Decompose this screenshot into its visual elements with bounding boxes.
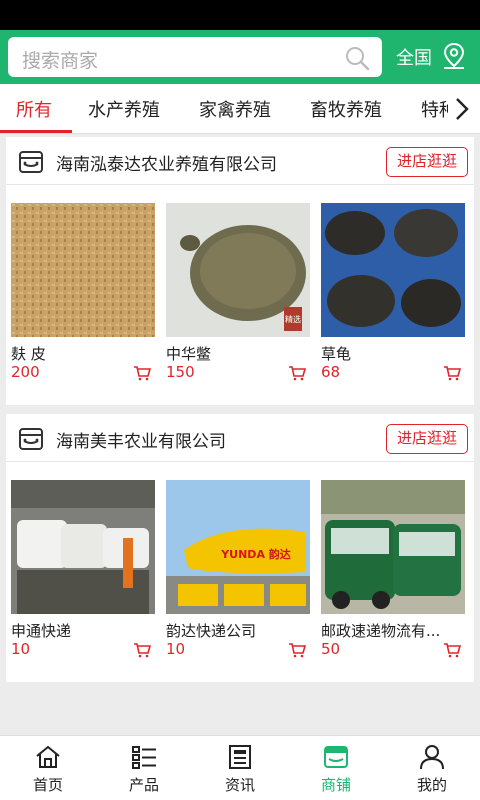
product-image-sto-express[interactable] [11,480,155,614]
chevron-right-icon [456,98,469,120]
nav-shops[interactable]: 商铺 [288,736,384,800]
product-price: 10 [11,640,31,658]
shop-name: 海南美丰农业有限公司 [56,432,226,452]
product-image-ems-postal[interactable] [321,480,465,614]
add-to-cart-icon[interactable] [133,642,151,658]
status-bar [0,0,480,30]
product-name: 中华鳖 [166,345,212,363]
search-bar: 搜索商家 全国 [0,30,480,84]
product-name: 韵达快递公司 [166,622,257,640]
product-name: 草龟 [321,345,352,363]
shop-card: 海南美丰农业有限公司 进店逛逛 申通快递 10 YUNDA 韵达 韵达快递公司 … [6,414,474,682]
location-pin-icon[interactable] [442,42,466,70]
shop-header: 海南泓泰达农业养殖有限公司 进店逛逛 [6,137,474,185]
product-name: 邮政速递物流有... [321,622,441,640]
nav-label: 首页 [32,776,63,794]
tab-all[interactable]: 所有 [16,96,52,122]
add-to-cart-icon[interactable] [133,365,151,381]
product-price: 200 [11,363,40,381]
add-to-cart-icon[interactable] [443,365,461,381]
tabs-scroll-right-button[interactable] [448,84,480,133]
enter-shop-button[interactable]: 进店逛逛 [386,147,468,177]
shop-card: 海南泓泰达农业养殖有限公司 进店逛逛 麸 皮 200 精选 中华鳖 150 草龟… [6,137,474,405]
product-image-grass-turtle[interactable] [321,203,465,337]
tab-aquaculture[interactable]: 水产养殖 [88,96,160,122]
nav-label: 商铺 [320,776,351,794]
product-image-yunda-express[interactable]: YUNDA 韵达 [166,480,310,614]
home-icon [36,745,60,768]
nav-label: 资讯 [224,776,255,794]
add-to-cart-icon[interactable] [443,642,461,658]
tab-livestock[interactable]: 畜牧养殖 [310,96,382,122]
enter-shop-button[interactable]: 进店逛逛 [386,424,468,454]
nav-home[interactable]: 首页 [0,736,96,800]
product-price: 10 [166,640,186,658]
nav-label: 产品 [128,776,159,794]
news-icon [229,745,251,769]
nav-profile[interactable]: 我的 [384,736,480,800]
nav-news[interactable]: 资讯 [192,736,288,800]
search-placeholder: 搜索商家 [22,50,99,72]
nav-label: 我的 [416,776,447,794]
list-icon [132,746,156,769]
store-icon [19,428,43,450]
search-input[interactable]: 搜索商家 [8,37,382,77]
product-name: 麸 皮 [11,345,46,363]
tab-poultry[interactable]: 家禽养殖 [199,96,271,122]
nav-products[interactable]: 产品 [96,736,192,800]
photo-stamp: 精选 [285,314,301,324]
product-name: 申通快递 [11,622,72,640]
shop-header: 海南美丰农业有限公司 进店逛逛 [6,414,474,462]
store-icon [324,746,348,768]
product-price: 50 [321,640,341,658]
product-image-turtle[interactable]: 精选 [166,203,310,337]
user-icon [420,745,444,770]
yunda-logo-text: YUNDA 韵达 [220,547,291,561]
store-icon [19,151,43,173]
active-tab-indicator [0,130,72,133]
product-price: 150 [166,363,195,381]
category-tabs: 所有 水产养殖 家禽养殖 畜牧养殖 特种 [0,84,480,134]
product-price: 68 [321,363,341,381]
add-to-cart-icon[interactable] [288,642,306,658]
shop-name: 海南泓泰达农业养殖有限公司 [56,155,277,175]
add-to-cart-icon[interactable] [288,365,306,381]
search-icon[interactable] [344,45,370,71]
region-selector[interactable]: 全国 [396,44,432,70]
bottom-nav: 首页 产品 资讯 商铺 我的 [0,735,480,800]
product-image-bran[interactable] [11,203,155,337]
